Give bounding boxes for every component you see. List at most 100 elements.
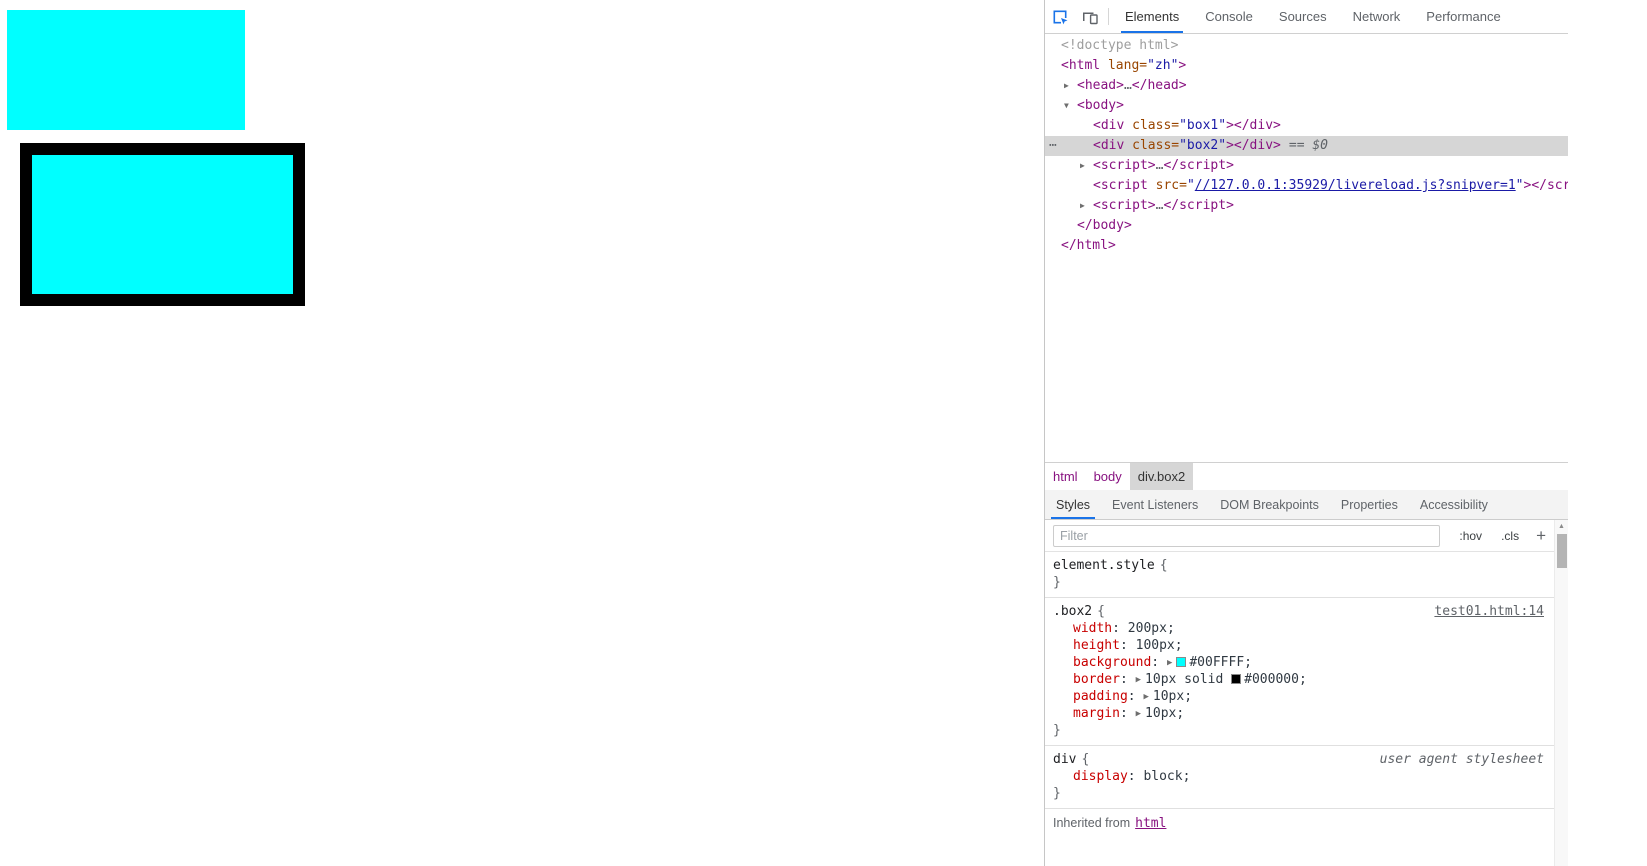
ellipsis-token: …: [1123, 78, 1132, 93]
css-property-width[interactable]: width: 200px;: [1053, 620, 1544, 637]
more-actions-icon[interactable]: ⋯: [1049, 136, 1058, 155]
tab-properties[interactable]: Properties: [1330, 490, 1409, 519]
styles-filter-bar: :hov .cls +: [1045, 520, 1554, 552]
script-src-link[interactable]: //127.0.0.1:35929/livereload.js?snipver=…: [1195, 178, 1516, 193]
breadcrumb-html[interactable]: html: [1045, 463, 1086, 490]
tab-accessibility[interactable]: Accessibility: [1409, 490, 1499, 519]
styles-scrollbar[interactable]: ▲: [1554, 520, 1568, 866]
expand-arrow-icon[interactable]: ▶: [1143, 689, 1148, 705]
user-agent-stylesheet-label: user agent stylesheet: [1379, 752, 1544, 767]
rule-div-user-agent: user agent stylesheet div { display: bloc…: [1045, 746, 1554, 809]
rule-box2: test01.html:14 .box2 { width: 200px; heig…: [1045, 598, 1554, 746]
property-value: 200px: [1127, 621, 1167, 636]
tree-row-div-box2-selected[interactable]: ⋯ <div class="box2"></div> == $0: [1045, 136, 1568, 156]
color-swatch-black[interactable]: [1231, 674, 1242, 684]
breadcrumb-body[interactable]: body: [1086, 463, 1130, 490]
tree-row-html-close[interactable]: </html>: [1045, 236, 1568, 256]
device-toolbar-icon: [1083, 12, 1098, 24]
css-property-display[interactable]: display: block;: [1053, 768, 1544, 785]
tree-row-doctype[interactable]: <!doctype html>: [1045, 36, 1568, 56]
rule-close-line: }: [1053, 574, 1544, 591]
element-classes-button[interactable]: .cls: [1501, 529, 1519, 543]
breadcrumb: html body div.box2: [1045, 462, 1568, 490]
tag-token: <html: [1061, 58, 1101, 73]
device-toolbar-button[interactable]: [1075, 0, 1105, 33]
css-property-padding[interactable]: padding: ▶ 10px;: [1053, 688, 1544, 705]
semicolon: ;: [1298, 672, 1307, 687]
tree-row-body-open[interactable]: ▼ <body>: [1045, 96, 1568, 116]
expand-arrow-icon[interactable]: ▶: [1080, 156, 1085, 176]
devtools-toolbar: Elements Console Sources Network Perform…: [1045, 0, 1568, 34]
css-property-margin[interactable]: margin: ▶ 10px;: [1053, 705, 1544, 722]
rule-selector: div: [1053, 752, 1077, 767]
tree-row-html-open[interactable]: <html lang="zh">: [1045, 56, 1568, 76]
inherited-from-section: Inherited from html: [1045, 809, 1554, 838]
scroll-up-icon[interactable]: ▲: [1555, 520, 1568, 533]
tab-console[interactable]: Console: [1192, 0, 1266, 33]
tag-token: ></div>: [1226, 118, 1281, 133]
semicolon: ;: [1174, 638, 1183, 653]
inherited-node-link[interactable]: html: [1135, 816, 1166, 831]
breadcrumb-div-box2[interactable]: div.box2: [1129, 463, 1194, 490]
attr-value-token: "zh": [1147, 58, 1179, 73]
colon: :: [1151, 655, 1167, 670]
expand-arrow-icon[interactable]: ▶: [1064, 76, 1069, 96]
semicolon: ;: [1244, 655, 1252, 670]
inherited-from-label: Inherited from: [1053, 816, 1131, 830]
rule-selector-line[interactable]: element.style {: [1053, 557, 1544, 574]
close-brace: }: [1053, 786, 1061, 801]
tag-token: </script>: [1163, 158, 1234, 173]
stylesheet-source-link[interactable]: test01.html:14: [1434, 603, 1544, 620]
expand-arrow-icon[interactable]: ▶: [1080, 196, 1085, 216]
tag-token: <script>: [1093, 158, 1156, 173]
inspect-element-button[interactable]: [1045, 0, 1075, 33]
tree-row-script-livereload[interactable]: <script src="//127.0.0.1:35929/livereloa…: [1045, 176, 1568, 196]
hover-state-button[interactable]: :hov: [1459, 529, 1482, 543]
collapse-arrow-icon[interactable]: ▼: [1064, 96, 1069, 116]
property-value-pre: 10px solid: [1145, 672, 1232, 687]
property-name: display: [1073, 769, 1128, 784]
property-value: 100px: [1135, 638, 1175, 653]
sidebar-tabs: Styles Event Listeners DOM Breakpoints P…: [1045, 490, 1568, 520]
attr-value-token: ": [1515, 178, 1524, 193]
css-property-border[interactable]: border: ▶ 10px solid #000000;: [1053, 671, 1544, 688]
tag-token: <body>: [1077, 98, 1124, 113]
tree-row-div-box1[interactable]: <div class="box1"></div>: [1045, 116, 1568, 136]
styles-filter-input[interactable]: [1053, 524, 1441, 547]
tab-dom-breakpoints[interactable]: DOM Breakpoints: [1209, 490, 1330, 519]
property-name: width: [1073, 621, 1113, 636]
attr-name-token: class=: [1124, 138, 1180, 153]
open-brace: {: [1097, 604, 1105, 619]
console-reference-badge: == $0: [1288, 138, 1329, 153]
attr-name-token: src=: [1147, 178, 1187, 193]
tab-sources[interactable]: Sources: [1266, 0, 1340, 33]
tag-token: </body>: [1077, 218, 1132, 233]
expand-arrow-icon[interactable]: ▶: [1136, 706, 1141, 722]
css-property-background[interactable]: background: ▶ #00FFFF;: [1053, 654, 1544, 671]
close-brace: }: [1053, 575, 1061, 590]
tag-token: >: [1178, 58, 1187, 73]
colon: :: [1119, 672, 1136, 687]
page-box1: [7, 10, 245, 130]
tree-row-script2[interactable]: ▶ <script>…</script>: [1045, 196, 1568, 216]
tab-performance[interactable]: Performance: [1413, 0, 1513, 33]
expand-arrow-icon[interactable]: ▶: [1136, 672, 1141, 688]
tab-styles[interactable]: Styles: [1045, 490, 1101, 519]
tab-event-listeners[interactable]: Event Listeners: [1101, 490, 1209, 519]
tab-elements[interactable]: Elements: [1112, 0, 1192, 33]
colon: :: [1119, 638, 1136, 653]
scrollbar-thumb[interactable]: [1557, 534, 1567, 568]
tree-row-script1[interactable]: ▶ <script>…</script>: [1045, 156, 1568, 176]
colon: :: [1119, 706, 1136, 721]
attr-value-token: ": [1186, 178, 1195, 193]
new-style-rule-button[interactable]: +: [1536, 527, 1546, 544]
css-property-height[interactable]: height: 100px;: [1053, 637, 1544, 654]
tree-row-head[interactable]: ▶ <head>…</head>: [1045, 76, 1568, 96]
color-swatch-cyan[interactable]: [1176, 657, 1187, 667]
tab-network[interactable]: Network: [1340, 0, 1414, 33]
elements-tree: <!doctype html> <html lang="zh"> ▶ <head>…: [1045, 34, 1568, 462]
tag-token: <head>: [1077, 78, 1124, 93]
tree-row-body-close[interactable]: </body>: [1045, 216, 1568, 236]
expand-arrow-icon[interactable]: ▶: [1167, 655, 1172, 671]
tag-token: <div: [1093, 138, 1125, 153]
